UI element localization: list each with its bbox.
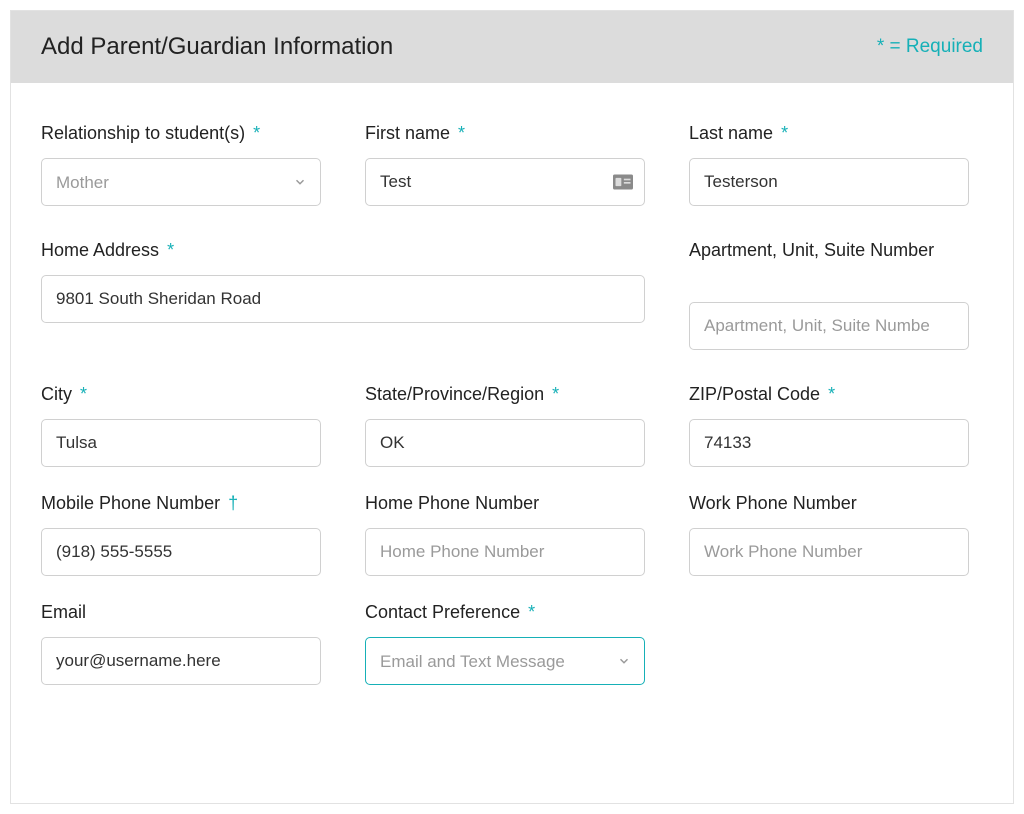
form-card: Add Parent/Guardian Information * = Requ… — [10, 10, 1014, 804]
field-email: Email — [41, 602, 321, 685]
home-address-input[interactable] — [41, 275, 645, 323]
contact-preference-select[interactable]: Email and Text Message — [365, 637, 645, 685]
last-name-label-text: Last name — [689, 123, 773, 144]
home-address-label-text: Home Address — [41, 240, 159, 261]
required-mark: * — [552, 384, 559, 405]
city-label: City * — [41, 384, 321, 405]
work-phone-label: Work Phone Number — [689, 493, 969, 514]
home-phone-input[interactable] — [365, 528, 645, 576]
field-empty — [689, 602, 969, 685]
field-relationship: Relationship to student(s) * Mother — [41, 123, 321, 206]
apartment-label-text: Apartment, Unit, Suite Number — [689, 240, 934, 261]
first-name-label-text: First name — [365, 123, 450, 144]
contact-preference-label: Contact Preference * — [365, 602, 645, 623]
mobile-phone-label-text: Mobile Phone Number — [41, 493, 220, 514]
city-label-text: City — [41, 384, 72, 405]
first-name-label: First name * — [365, 123, 645, 144]
email-input[interactable] — [41, 637, 321, 685]
required-mark: * — [253, 123, 260, 144]
required-mark: * — [458, 123, 465, 144]
field-work-phone: Work Phone Number — [689, 493, 969, 576]
apartment-input[interactable] — [689, 302, 969, 350]
mobile-phone-input[interactable] — [41, 528, 321, 576]
state-label: State/Province/Region * — [365, 384, 645, 405]
required-mark: * — [167, 240, 174, 261]
state-label-text: State/Province/Region — [365, 384, 544, 405]
relationship-label: Relationship to student(s) * — [41, 123, 321, 144]
field-first-name: First name * — [365, 123, 645, 206]
required-mark: * — [80, 384, 87, 405]
required-mark: * — [828, 384, 835, 405]
relationship-label-text: Relationship to student(s) — [41, 123, 245, 144]
field-contact-preference: Contact Preference * Email and Text Mess… — [365, 602, 645, 685]
form-title: Add Parent/Guardian Information — [41, 33, 393, 61]
field-mobile-phone: Mobile Phone Number † — [41, 493, 321, 576]
field-apartment: Apartment, Unit, Suite Number — [689, 240, 969, 350]
form-header: Add Parent/Guardian Information * = Requ… — [11, 11, 1013, 83]
city-input[interactable] — [41, 419, 321, 467]
required-mark: * — [781, 123, 788, 144]
work-phone-input[interactable] — [689, 528, 969, 576]
relationship-select[interactable]: Mother — [41, 158, 321, 206]
field-state: State/Province/Region * — [365, 384, 645, 467]
required-mark: † — [228, 493, 238, 514]
last-name-input[interactable] — [689, 158, 969, 206]
required-mark: * — [528, 602, 535, 623]
zip-label-text: ZIP/Postal Code — [689, 384, 820, 405]
apartment-label: Apartment, Unit, Suite Number — [689, 240, 969, 288]
zip-input[interactable] — [689, 419, 969, 467]
contact-preference-label-text: Contact Preference — [365, 602, 520, 623]
home-phone-label-text: Home Phone Number — [365, 493, 539, 514]
work-phone-label-text: Work Phone Number — [689, 493, 857, 514]
field-zip: ZIP/Postal Code * — [689, 384, 969, 467]
mobile-phone-label: Mobile Phone Number † — [41, 493, 321, 514]
email-label-text: Email — [41, 602, 86, 623]
required-legend: * = Required — [877, 36, 983, 58]
last-name-label: Last name * — [689, 123, 969, 144]
first-name-input[interactable] — [365, 158, 645, 206]
field-home-phone: Home Phone Number — [365, 493, 645, 576]
field-city: City * — [41, 384, 321, 467]
field-home-address: Home Address * — [41, 240, 645, 350]
field-last-name: Last name * — [689, 123, 969, 206]
zip-label: ZIP/Postal Code * — [689, 384, 969, 405]
email-label: Email — [41, 602, 321, 623]
home-phone-label: Home Phone Number — [365, 493, 645, 514]
form-body: Relationship to student(s) * Mother — [11, 83, 1013, 749]
home-address-label: Home Address * — [41, 240, 645, 261]
state-input[interactable] — [365, 419, 645, 467]
